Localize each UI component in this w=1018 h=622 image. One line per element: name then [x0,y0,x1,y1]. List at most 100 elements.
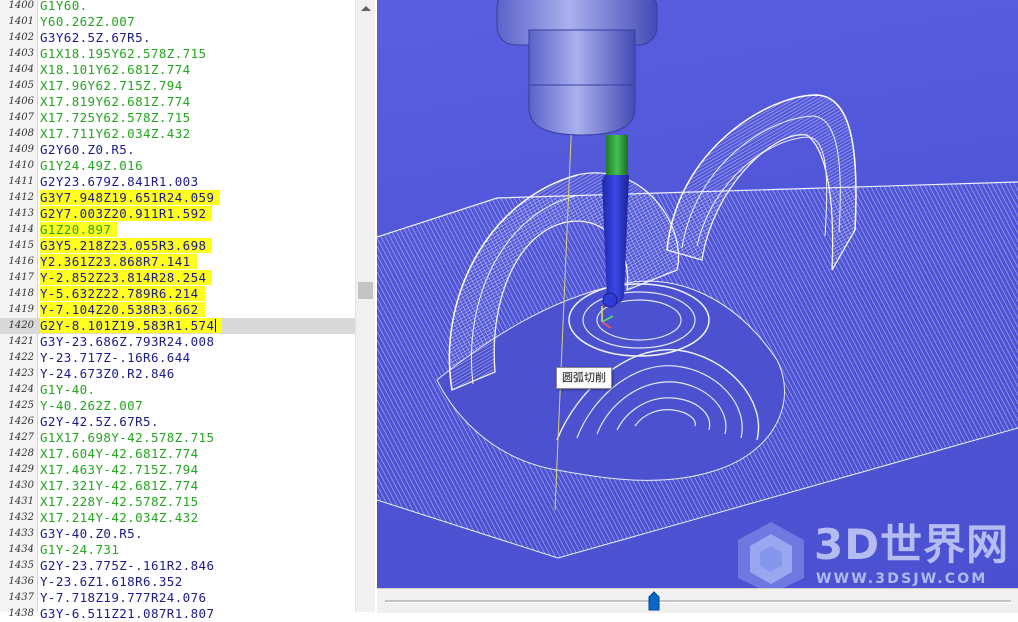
code-line[interactable]: 1428 X17.604Y-42.681Z.774 [0,446,355,462]
code-line[interactable]: 1406 X17.819Y62.681Z.774 [0,94,355,110]
spindle-head [496,0,658,136]
code-text[interactable]: G2Y-8.101Z19.583R1.574 [40,318,223,333]
code-line[interactable]: 1409 G2Y60.Z0.R5. [0,142,355,158]
code-text[interactable]: Y60.262Z.007 [40,14,141,29]
code-line[interactable]: 1414 G1Z20.897 [0,222,355,238]
code-line[interactable]: 1403 G1X18.195Y62.578Z.715 [0,46,355,62]
code-line[interactable]: 1416 Y2.361Z23.868R7.141 [0,254,355,270]
code-text[interactable]: G2Y60.Z0.R5. [40,142,141,157]
code-line[interactable]: 1432 X17.214Y-42.034Z.432 [0,510,355,526]
line-number: 1429 [8,464,34,475]
code-text[interactable]: G2Y7.003Z20.911R1.592 [40,206,213,221]
code-text[interactable]: G3Y-40.Z0.R5. [40,526,149,541]
code-line[interactable]: 1430 X17.321Y-42.681Z.774 [0,478,355,494]
code-text[interactable]: G1X18.195Y62.578Z.715 [40,46,212,61]
code-text[interactable]: G3Y-23.686Z.793R24.008 [40,334,220,349]
line-number: 1425 [8,400,34,411]
code-text[interactable]: X17.725Y62.578Z.715 [40,110,197,125]
code-line[interactable]: 1424 G1Y-40. [0,382,355,398]
code-line[interactable]: 1404 X18.101Y62.681Z.774 [0,62,355,78]
line-number: 1413 [8,208,34,219]
code-text[interactable]: X17.711Y62.034Z.432 [40,126,197,141]
code-text[interactable]: G1Y60. [40,0,94,13]
line-number: 1434 [8,544,34,555]
code-line[interactable]: 1400 G1Y60. [0,0,355,14]
code-text[interactable]: Y-24.673Z0.R2.846 [40,366,181,381]
code-line[interactable]: 1407 X17.725Y62.578Z.715 [0,110,355,126]
code-line[interactable]: 1421 G3Y-23.686Z.793R24.008 [0,334,355,350]
code-text[interactable]: Y-23.717Z-.16R6.644 [40,350,197,365]
code-text[interactable]: Y-2.852Z23.814R28.254 [40,270,213,285]
line-number: 1406 [8,96,34,107]
code-text[interactable]: X17.604Y-42.681Z.774 [40,446,205,461]
playback-slider[interactable] [377,588,1018,613]
code-line[interactable]: 1401 Y60.262Z.007 [0,14,355,30]
scroll-up-arrow-icon[interactable] [356,0,375,17]
code-text[interactable]: Y-23.6Z1.618R6.352 [40,574,189,589]
line-number: 1430 [8,480,34,491]
code-text[interactable]: X17.321Y-42.681Z.774 [40,478,205,493]
code-line[interactable]: 1418 Y-5.632Z22.789R6.214 [0,286,355,302]
code-text[interactable]: G2Y-42.5Z.67R5. [40,414,165,429]
code-line[interactable]: 1437 Y-7.718Z19.777R24.076 [0,590,355,606]
code-text[interactable]: G3Y62.5Z.67R5. [40,30,157,45]
code-line[interactable]: 1433 G3Y-40.Z0.R5. [0,526,355,542]
code-line[interactable]: 1431 X17.228Y-42.578Z.715 [0,494,355,510]
code-text[interactable]: Y-7.104Z20.538R3.662 [40,302,205,317]
code-text[interactable]: G1X17.698Y-42.578Z.715 [40,430,220,445]
line-number: 1420 [8,320,34,331]
slider-thumb-icon[interactable] [648,591,660,611]
line-number: 1438 [8,608,34,619]
code-text[interactable]: Y-40.262Z.007 [40,398,149,413]
code-line[interactable]: 1405 X17.96Y62.715Z.794 [0,78,355,94]
code-text[interactable]: G3Y5.218Z23.055R3.698 [40,238,213,253]
code-text[interactable]: X17.214Y-42.034Z.432 [40,510,205,525]
code-text[interactable]: Y-5.632Z22.789R6.214 [40,286,205,301]
code-line[interactable]: 1402 G3Y62.5Z.67R5. [0,30,355,46]
code-text[interactable]: G1Y24.49Z.016 [40,158,149,173]
code-text[interactable]: Y2.361Z23.868R7.141 [40,254,197,269]
code-line[interactable]: 1412 G3Y7.948Z19.651R24.059 [0,190,355,206]
line-number: 1421 [8,336,34,347]
code-line[interactable]: 1434 G1Y-24.731 [0,542,355,558]
slider-track[interactable] [385,600,1011,603]
code-line[interactable]: 1419 Y-7.104Z20.538R3.662 [0,302,355,318]
editor-vertical-scrollbar[interactable] [355,0,375,612]
code-line[interactable]: 1438 G3Y-6.511Z21.087R1.807 [0,606,355,622]
code-text[interactable]: X17.96Y62.715Z.794 [40,78,189,93]
code-text[interactable]: G3Y-6.511Z21.087R1.807 [40,606,220,621]
code-line[interactable]: 1429 X17.463Y-42.715Z.794 [0,462,355,478]
code-text[interactable]: X18.101Y62.681Z.774 [40,62,197,77]
code-line[interactable]: 1436 Y-23.6Z1.618R6.352 [0,574,355,590]
line-number: 1418 [8,288,34,299]
site-watermark: 3D世界网 WWW.3DSJW.COM [734,515,1018,595]
code-text[interactable]: G2Y-23.775Z-.161R2.846 [40,558,220,573]
code-text[interactable]: X17.819Y62.681Z.774 [40,94,197,109]
code-line[interactable]: 1410 G1Y24.49Z.016 [0,158,355,174]
code-line[interactable]: 1415 G3Y5.218Z23.055R3.698 [0,238,355,254]
code-text[interactable]: G1Z20.897 [40,222,118,237]
code-line-current[interactable]: 1420 G2Y-8.101Z19.583R1.574 [0,318,355,334]
code-line[interactable]: 1427 G1X17.698Y-42.578Z.715 [0,430,355,446]
line-number: 1423 [8,368,34,379]
scrollbar-thumb[interactable] [358,282,373,299]
code-text[interactable]: X17.463Y-42.715Z.794 [40,462,205,477]
code-line[interactable]: 1417 Y-2.852Z23.814R28.254 [0,270,355,286]
line-number: 1437 [8,592,34,603]
code-text[interactable]: G1Y-24.731 [40,542,125,557]
code-line[interactable]: 1435 G2Y-23.775Z-.161R2.846 [0,558,355,574]
gcode-editor[interactable]: 1400 G1Y60. 1401 Y60.262Z.007 1402 G3Y62.5Z.6… [0,0,375,621]
code-line[interactable]: 1408 X17.711Y62.034Z.432 [0,126,355,142]
code-line[interactable]: 1425 Y-40.262Z.007 [0,398,355,414]
code-line[interactable]: 1423 Y-24.673Z0.R2.846 [0,366,355,382]
code-line[interactable]: 1413 G2Y7.003Z20.911R1.592 [0,206,355,222]
code-text[interactable]: G2Y23.679Z.841R1.003 [40,174,205,189]
code-text[interactable]: X17.228Y-42.578Z.715 [40,494,205,509]
code-line[interactable]: 1411 G2Y23.679Z.841R1.003 [0,174,355,190]
code-text[interactable]: G3Y7.948Z19.651R24.059 [40,190,221,205]
code-text[interactable]: G1Y-40. [40,382,101,397]
code-line[interactable]: 1422 Y-23.717Z-.16R6.644 [0,350,355,366]
code-text[interactable]: Y-7.718Z19.777R24.076 [40,590,212,605]
code-line[interactable]: 1426 G2Y-42.5Z.67R5. [0,414,355,430]
simulation-3d-viewport[interactable]: 3D世界网 WWW.3DSJW.COM [377,0,1018,612]
